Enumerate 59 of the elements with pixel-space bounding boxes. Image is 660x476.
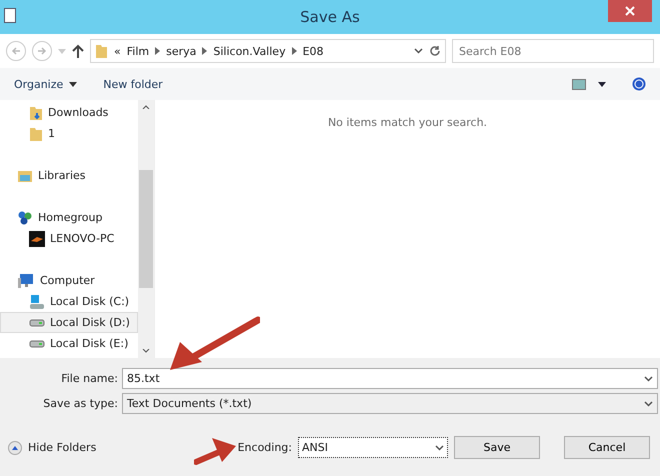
new-folder-button[interactable]: New folder [103,78,163,90]
separator-icon[interactable] [155,47,160,55]
file-type-dropdown[interactable]: Text Documents (*.txt) [122,393,658,414]
address-bar[interactable]: « Film serya Silicon.Valley E08 [90,39,446,63]
field-label: File name: [60,372,118,385]
library-icon [17,168,33,182]
homegroup-icon [17,210,33,226]
up-arrow-icon[interactable] [72,44,84,58]
empty-message: No items match your search. [328,116,488,131]
field-label: Save as type: [42,397,118,410]
view-icon[interactable] [572,78,586,90]
breadcrumb[interactable]: Film [126,44,150,58]
field-label: Encoding: [238,441,292,454]
chevron-down-icon [414,48,423,54]
sidebar-item[interactable]: Computer [0,270,138,291]
notepad-icon [4,8,16,23]
file-name-field[interactable]: 85.txt [122,368,658,389]
scrollbar[interactable] [138,100,154,358]
breadcrumb[interactable]: Silicon.Valley [213,44,286,58]
chevron-down-icon [644,400,653,406]
chevron-down-icon [644,376,653,382]
sidebar-item[interactable]: Local Disk (D:) [0,312,138,333]
folder-icon [29,126,43,142]
disk-icon [29,294,45,310]
download-folder-icon [29,104,43,120]
save-button[interactable]: Save [454,436,540,459]
caret-icon [69,82,78,86]
sidebar-item[interactable]: 1 [0,123,138,144]
help-icon[interactable] [632,77,646,91]
forward-arrow-icon [37,46,47,56]
chevron-down-icon [435,444,444,450]
organize-menu[interactable]: Organize [14,78,78,90]
breadcrumb[interactable]: serya [166,44,196,58]
separator-icon[interactable] [202,47,208,55]
sidebar-item[interactable]: Homegroup [0,207,138,228]
dropdown-icon[interactable] [598,82,606,86]
scroll-down-icon[interactable] [142,349,150,354]
overflow-chevron[interactable]: « [114,44,121,58]
folder-icon [95,43,108,59]
back-arrow-icon [11,46,21,56]
sidebar-item[interactable]: LENOVO-PC [0,228,138,249]
computer-icon [17,272,35,288]
separator-icon[interactable] [292,47,297,55]
close-icon [625,6,635,16]
sidebar-item[interactable]: Local Disk (C:) [0,291,138,312]
collapse-icon [8,440,22,454]
scroll-up-icon[interactable] [142,104,150,109]
refresh-icon[interactable] [429,45,441,57]
breadcrumb[interactable]: E08 [302,44,324,58]
sidebar-item[interactable]: Libraries [0,165,138,186]
user-icon [29,230,45,246]
window-title: Save As [300,8,360,26]
sidebar-item[interactable]: Local Disk (E:) [0,333,138,354]
cancel-button[interactable]: Cancel [564,436,650,459]
search-field[interactable]: Search E08 [452,39,654,63]
encoding-dropdown[interactable]: ANSI [298,437,448,458]
hide-folders-button[interactable]: Hide Folders [8,440,96,454]
sidebar-item[interactable]: Downloads [0,102,138,123]
close-button[interactable] [608,0,652,22]
